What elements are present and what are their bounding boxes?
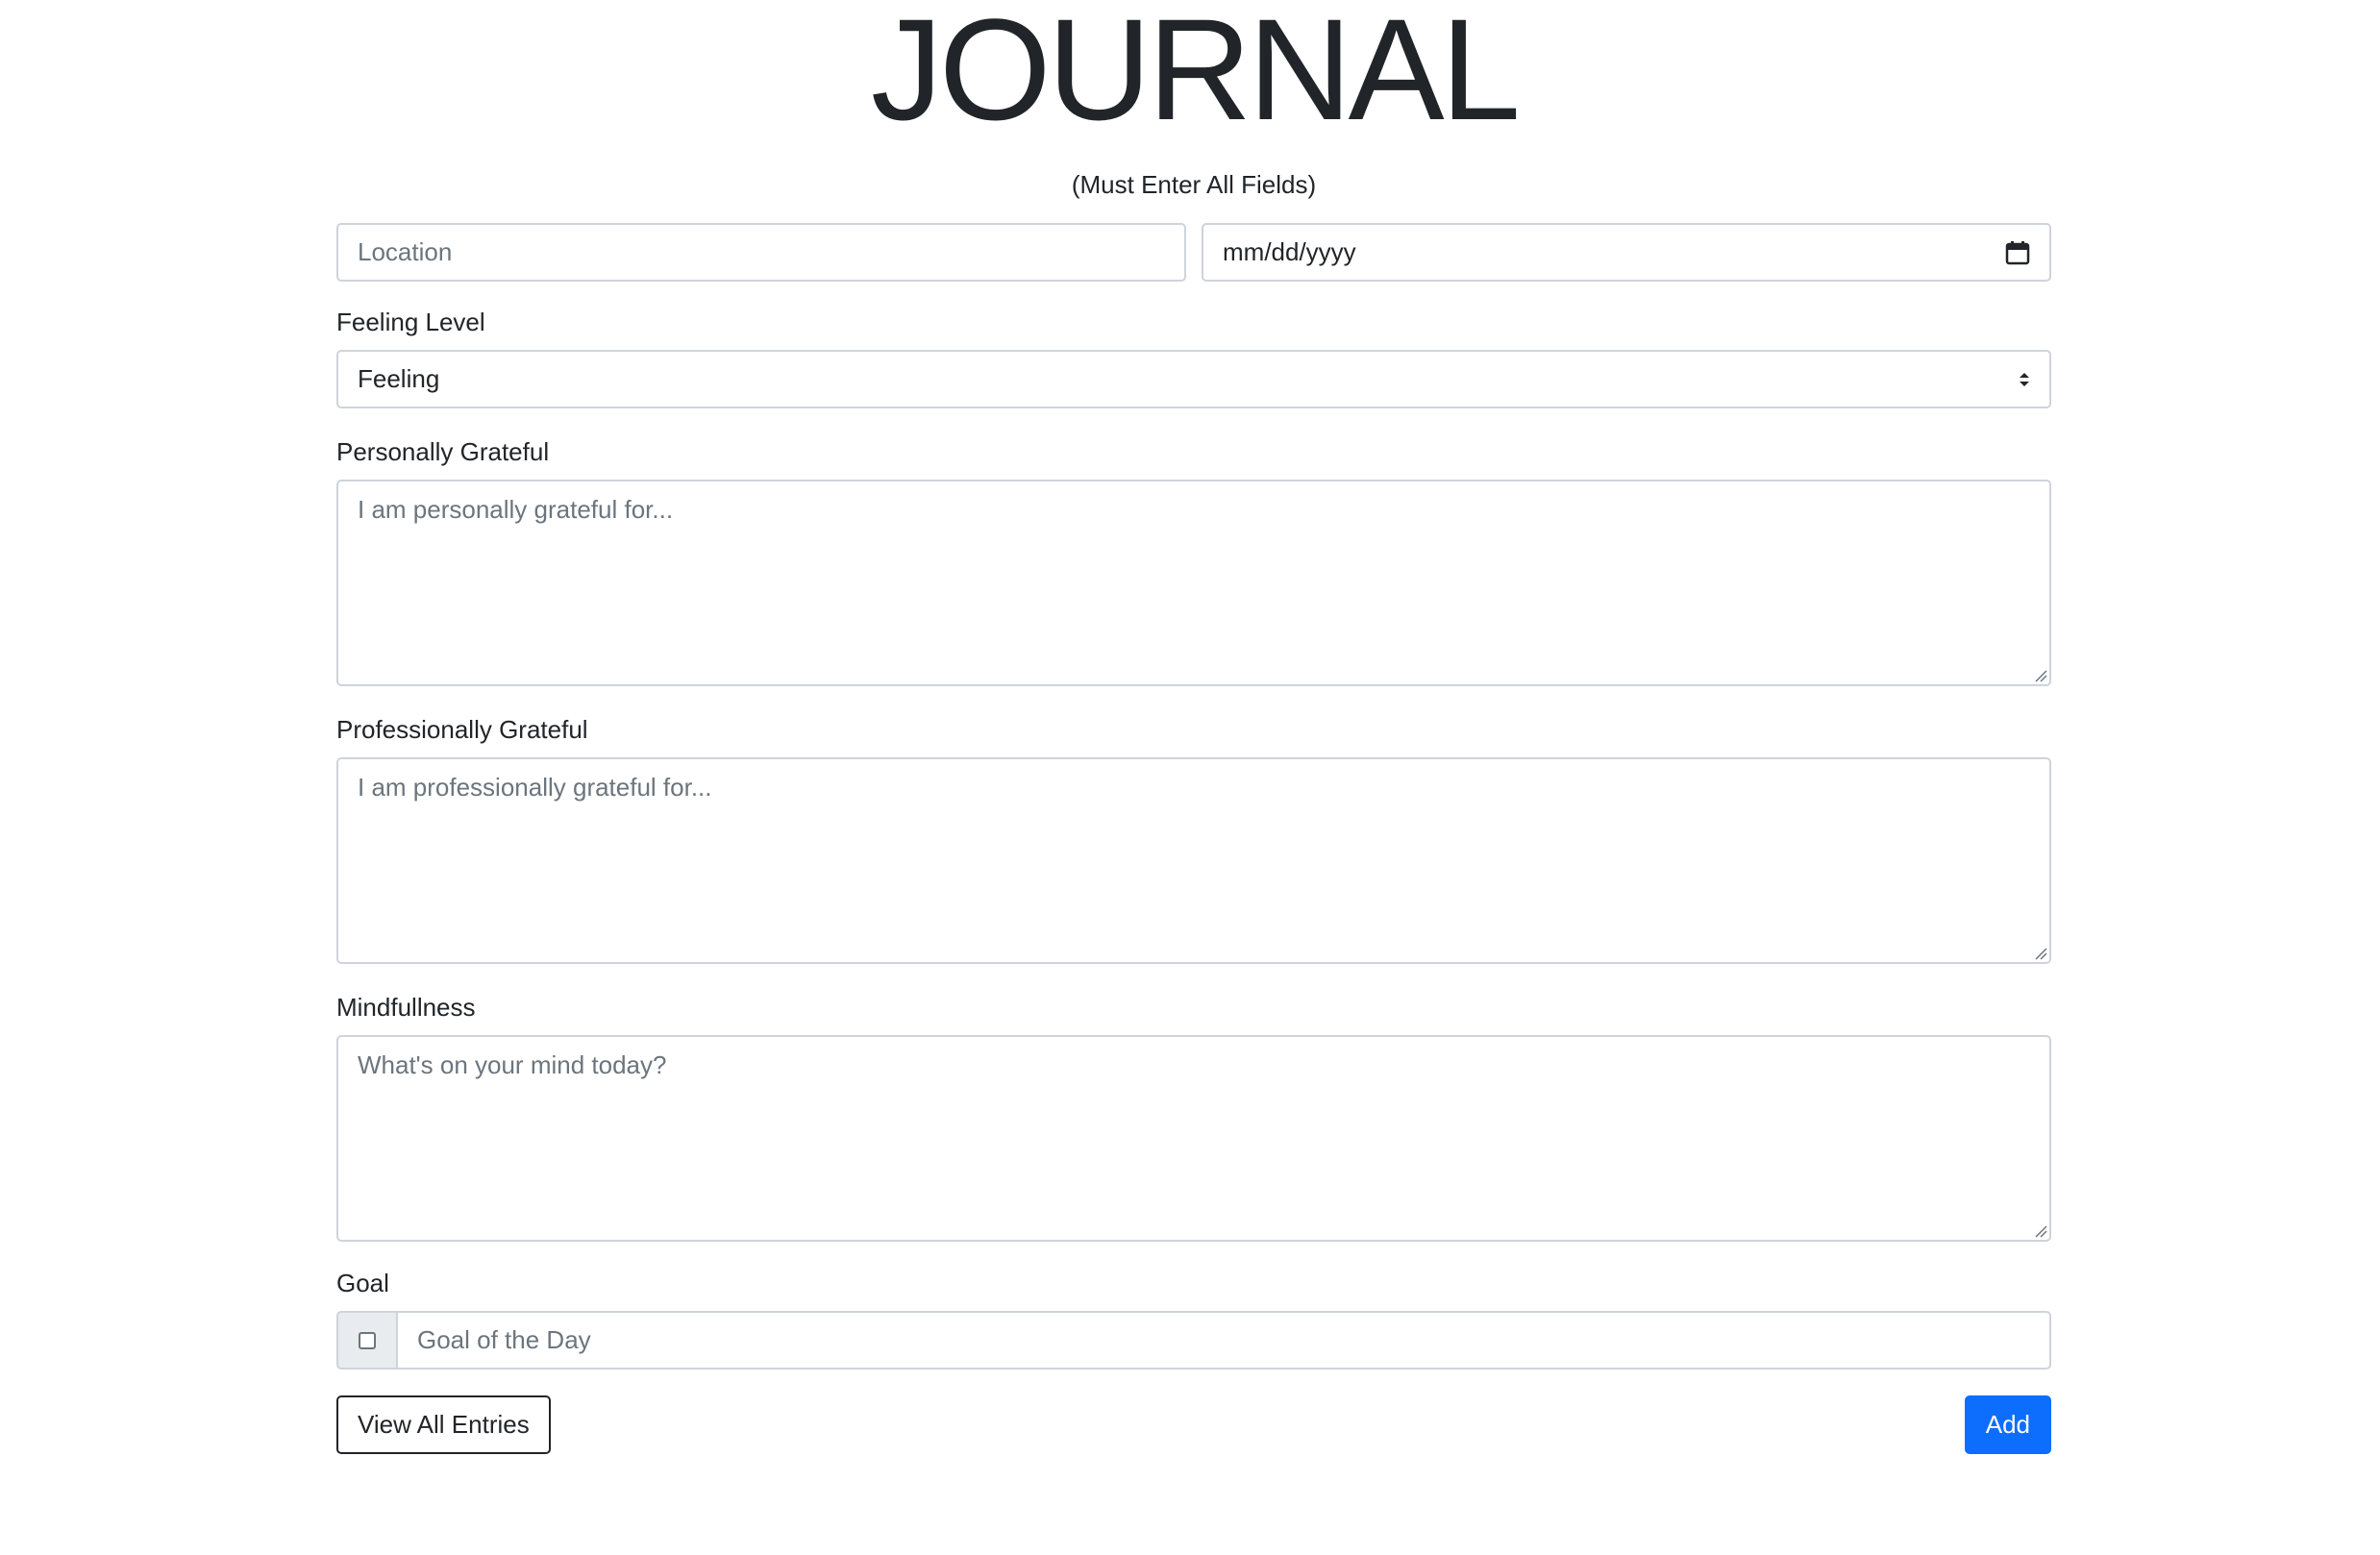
form-actions: View All Entries Add (336, 1395, 2051, 1454)
date-input[interactable]: mm/dd/yyyy (1202, 223, 2051, 282)
goal-checkbox-addon (336, 1311, 396, 1370)
professional-grateful-textarea[interactable]: I am professionally grateful for... (336, 757, 2051, 964)
goal-input[interactable]: Goal of the Day (396, 1311, 2051, 1370)
journal-page: JOURNAL (Must Enter All Fields) Location… (0, 0, 2380, 1555)
mindfulness-label: Mindfullness (336, 993, 476, 1022)
select-arrows-icon (2019, 371, 2030, 388)
goal-input-group: Goal of the Day (336, 1311, 2051, 1370)
goal-label: Goal (336, 1269, 389, 1297)
personal-grateful-label: Personally Grateful (336, 437, 550, 466)
mindfulness-textarea[interactable]: What's on your mind today? (336, 1035, 2051, 1242)
resize-grip-icon[interactable] (2034, 1224, 2047, 1238)
feeling-selected-value: Feeling (358, 364, 440, 393)
personal-grateful-textarea[interactable]: I am personally grateful for... (336, 480, 2051, 686)
add-button[interactable]: Add (1964, 1395, 2051, 1454)
feeling-select[interactable]: Feeling (336, 350, 2051, 408)
journal-form-container: JOURNAL (Must Enter All Fields) Location… (336, 0, 2051, 1454)
professional-grateful-placeholder: I am professionally grateful for... (358, 773, 712, 802)
page-title: JOURNAL (870, 0, 1521, 150)
professional-grateful-label: Professionally Grateful (336, 715, 588, 744)
goal-placeholder: Goal of the Day (417, 1325, 591, 1354)
resize-grip-icon[interactable] (2034, 947, 2047, 960)
date-placeholder: mm/dd/yyyy (1223, 237, 1356, 266)
location-date-row: Location mm/dd/yyyy (336, 223, 2051, 282)
calendar-icon[interactable] (2005, 240, 2030, 265)
view-all-entries-button[interactable]: View All Entries (336, 1395, 551, 1454)
resize-grip-icon[interactable] (2034, 669, 2047, 682)
personal-grateful-placeholder: I am personally grateful for... (358, 495, 674, 524)
mindfulness-placeholder: What's on your mind today? (358, 1050, 667, 1079)
page-subtitle: (Must Enter All Fields) (1071, 170, 1317, 199)
location-input[interactable]: Location (336, 223, 1186, 282)
location-placeholder: Location (358, 237, 453, 266)
feeling-label: Feeling Level (336, 308, 485, 336)
goal-checkbox[interactable] (359, 1331, 376, 1349)
